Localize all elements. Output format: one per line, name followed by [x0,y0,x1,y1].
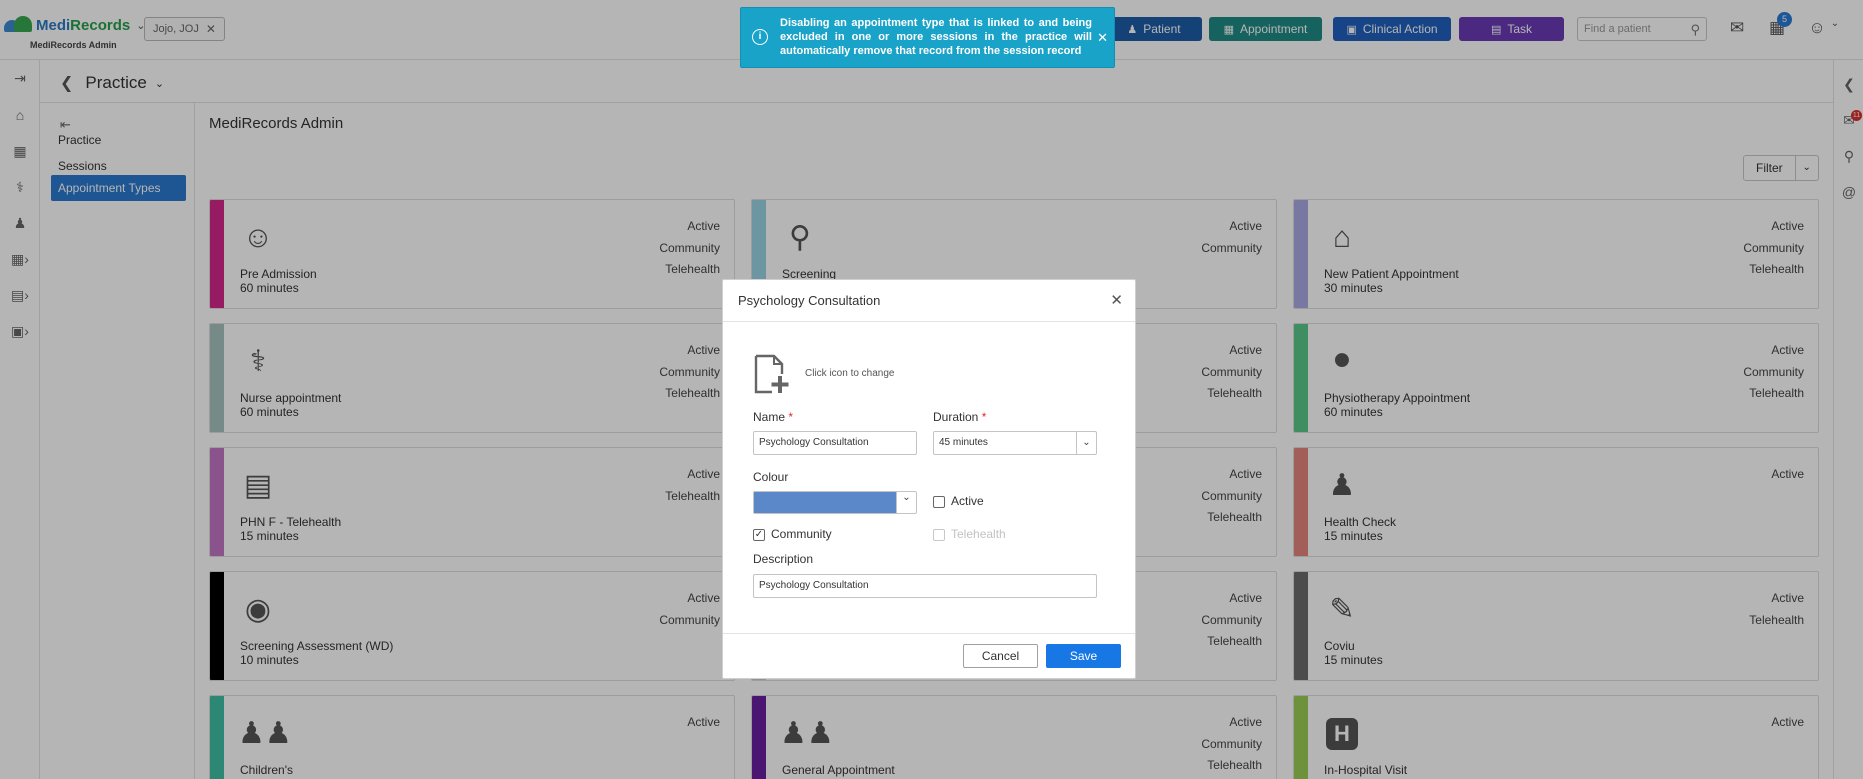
click-to-change-hint: Click icon to change [805,368,895,379]
active-checkbox[interactable] [933,496,945,508]
dialog-footer-divider [723,633,1135,634]
colour-swatch[interactable] [754,492,897,513]
colour-picker[interactable]: ⌄ [753,491,917,514]
cancel-button[interactable]: Cancel [963,644,1038,668]
colour-label: Colour [753,470,789,484]
info-toast: i Disabling an appointment type that is … [740,7,1115,68]
chevron-down-icon[interactable]: ⌄ [896,492,916,513]
toast-message: Disabling an appointment type that is li… [780,17,1092,57]
description-label: Description [753,552,814,566]
required-marker: * [788,410,794,424]
community-label[interactable]: Community [771,527,832,541]
edit-appointment-type-dialog: Psychology Consultation ✕ Click icon to … [722,279,1136,679]
close-icon[interactable]: ✕ [1097,30,1108,46]
active-label[interactable]: Active [951,494,984,508]
chevron-down-icon[interactable]: ⌄ [1076,432,1096,454]
duration-label: Duration * [933,410,987,424]
telehealth-checkbox [933,529,945,541]
document-plus-icon[interactable] [752,354,792,394]
info-icon: i [752,29,768,45]
name-label: Name * [753,410,794,424]
dialog-title: Psychology Consultation [738,293,881,308]
name-input[interactable]: Psychology Consultation [753,431,917,455]
telehealth-label: Telehealth [951,527,1006,541]
close-icon[interactable]: ✕ [1110,291,1123,309]
required-marker: * [981,410,987,424]
dialog-header: Psychology Consultation ✕ [723,280,1135,322]
community-checkbox[interactable]: ✓ [753,529,765,541]
description-input[interactable]: Psychology Consultation [753,574,1097,598]
duration-select[interactable]: 45 minutes ⌄ [933,431,1097,455]
save-button[interactable]: Save [1046,644,1121,668]
